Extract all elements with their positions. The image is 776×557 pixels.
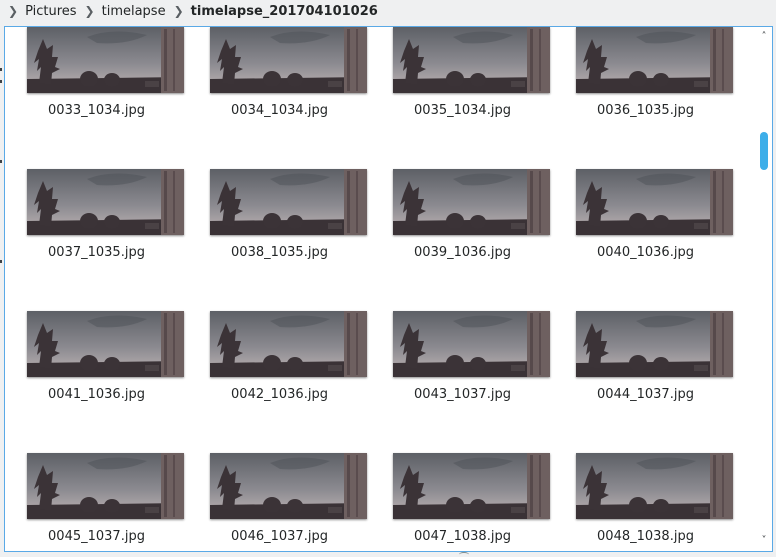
file-thumbnail [210,169,367,235]
breadcrumb-item-pictures[interactable]: ❯ Pictures [0,4,77,19]
file-name-label: 0037_1035.jpg [48,245,145,260]
file-thumbnail [210,453,367,519]
timelapse-photo [27,169,184,235]
timelapse-photo [393,453,550,519]
file-item[interactable]: 0037_1035.jpg [5,149,188,291]
breadcrumb-label: Pictures [25,3,77,19]
file-name-label: 0048_1038.jpg [597,529,694,544]
file-item[interactable]: 0040_1036.jpg [554,149,737,291]
file-thumbnail [27,169,184,235]
timelapse-photo [393,27,550,93]
chevron-right-icon: ❯ [8,4,19,18]
breadcrumb-label: timelapse_201704101026 [190,3,378,19]
file-item[interactable]: 0047_1038.jpg [371,433,554,551]
file-name-label: 0039_1036.jpg [414,245,511,260]
file-thumbnail [393,311,550,377]
file-name-label: 0043_1037.jpg [414,387,511,402]
timelapse-photo [576,453,733,519]
file-item[interactable]: 0041_1036.jpg [5,291,188,433]
timelapse-photo [393,311,550,377]
timelapse-photo [210,311,367,377]
timelapse-photo [393,169,550,235]
breadcrumb: ❯ Pictures ❯ timelapse ❯ timelapse_20170… [0,0,776,22]
panel-edge-mark [0,160,2,163]
file-thumbnail [576,27,733,93]
file-thumbnail [393,27,550,93]
timelapse-photo [210,27,367,93]
file-name-label: 0046_1037.jpg [231,529,328,544]
file-icon-view[interactable]: 0033_1034.jpg 0034_1034.jpg 0035_1034.jp… [4,26,773,552]
file-item[interactable]: 0044_1037.jpg [554,291,737,433]
timelapse-photo [576,311,733,377]
breadcrumb-item-current-folder[interactable]: ❯ timelapse_201704101026 [166,4,378,19]
file-item[interactable]: 0048_1038.jpg [554,433,737,551]
file-thumbnail [393,453,550,519]
file-name-label: 0035_1034.jpg [414,103,511,118]
chevron-down-icon[interactable]: ˅ [757,534,771,548]
file-thumbnail [393,169,550,235]
timelapse-photo [27,311,184,377]
file-name-label: 0044_1037.jpg [597,387,694,402]
file-item[interactable]: 0045_1037.jpg [5,433,188,551]
file-name-label: 0042_1036.jpg [231,387,328,402]
chevron-right-icon: ❯ [173,4,184,18]
file-thumbnail [576,311,733,377]
file-thumbnail [27,27,184,93]
panel-edge-mark [0,80,2,83]
file-thumbnail [210,27,367,93]
file-item[interactable]: 0042_1036.jpg [188,291,371,433]
file-name-label: 0045_1037.jpg [48,529,145,544]
status-indicator [459,552,469,557]
breadcrumb-label: timelapse [101,3,166,19]
file-item[interactable]: 0034_1034.jpg [188,27,371,149]
file-item[interactable]: 0039_1036.jpg [371,149,554,291]
panel-edge-mark [0,68,2,71]
file-item[interactable]: 0046_1037.jpg [188,433,371,551]
file-name-label: 0036_1035.jpg [597,103,694,118]
chevron-right-icon: ❯ [84,4,95,18]
file-grid: 0033_1034.jpg 0034_1034.jpg 0035_1034.jp… [5,27,757,551]
file-thumbnail [210,311,367,377]
timelapse-photo [576,27,733,93]
chevron-up-icon[interactable]: ˄ [757,30,771,44]
file-thumbnail [576,169,733,235]
timelapse-photo [27,27,184,93]
file-thumbnail [576,453,733,519]
file-name-label: 0040_1036.jpg [597,245,694,260]
file-item[interactable]: 0043_1037.jpg [371,291,554,433]
panel-edge-mark [0,260,2,263]
file-name-label: 0047_1038.jpg [414,529,511,544]
file-item[interactable]: 0035_1034.jpg [371,27,554,149]
scrollbar-handle[interactable] [760,131,768,170]
timelapse-photo [210,169,367,235]
file-thumbnail [27,453,184,519]
file-thumbnail [27,311,184,377]
file-name-label: 0034_1034.jpg [231,103,328,118]
file-name-label: 0041_1036.jpg [48,387,145,402]
vertical-scrollbar[interactable]: ˄ ˅ [757,27,771,551]
timelapse-photo [210,453,367,519]
timelapse-photo [27,453,184,519]
file-item[interactable]: 0038_1035.jpg [188,149,371,291]
breadcrumb-item-timelapse[interactable]: ❯ timelapse [77,4,166,19]
file-name-label: 0033_1034.jpg [48,103,145,118]
file-name-label: 0038_1035.jpg [231,245,328,260]
file-item[interactable]: 0036_1035.jpg [554,27,737,149]
file-item[interactable]: 0033_1034.jpg [5,27,188,149]
timelapse-photo [576,169,733,235]
